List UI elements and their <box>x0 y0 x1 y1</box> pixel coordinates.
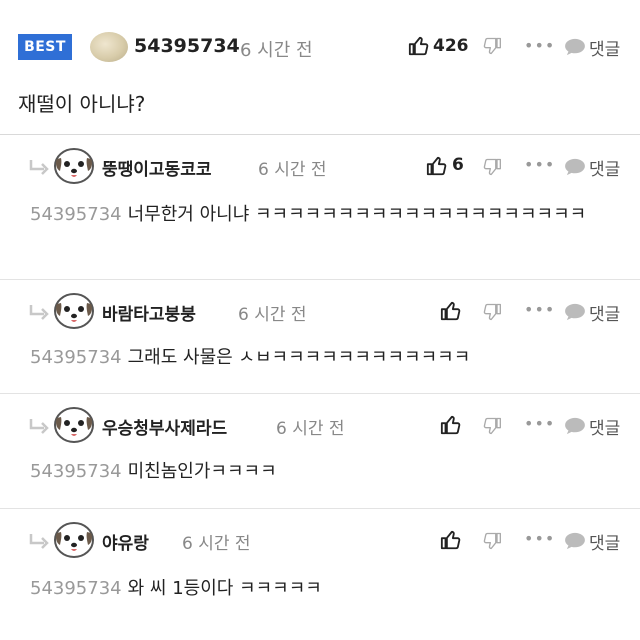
user-avatar[interactable] <box>90 32 128 62</box>
reply-arrow-icon <box>29 160 49 175</box>
thumbs-down-icon[interactable] <box>482 302 502 322</box>
reply-text: 그래도 사물은 ㅅㅂㅋㅋㅋㅋㅋㅋㅋㅋㅋㅋㅋㅋ <box>127 347 471 368</box>
reply-button[interactable]: 댓글 <box>589 414 620 439</box>
reply-text-block: 54395734 그래도 사물은 ㅅㅂㅋㅋㅋㅋㅋㅋㅋㅋㅋㅋㅋㅋ <box>30 340 620 375</box>
puppy-avatar-icon[interactable] <box>52 519 96 559</box>
best-comment: BEST 54395734 6 시간 전 426 ••• 댓글 재떨이 아니냐? <box>0 0 640 135</box>
thumbs-up-icon[interactable] <box>408 35 430 57</box>
reply-username[interactable]: 우승청부사제라드 <box>102 414 227 439</box>
puppy-avatar-icon[interactable] <box>52 145 96 185</box>
reply-button[interactable]: 댓글 <box>589 155 620 180</box>
reply-comment: 뚱땡이고동코코 6 시간 전 6 ••• 댓글 54395734 너무한거 아니냐… <box>0 135 640 280</box>
reply-arrow-icon <box>29 534 49 549</box>
comment-timestamp: 6 시간 전 <box>240 40 313 61</box>
reply-text: 미친놈인가ㅋㅋㅋㅋ <box>127 461 277 482</box>
comment-text: 재떨이 아니냐? <box>18 92 146 116</box>
more-options-button[interactable]: ••• <box>524 529 555 548</box>
thumbs-down-icon[interactable] <box>482 36 502 56</box>
reply-comment: 바람타고붕붕 6 시간 전 ••• 댓글 54395734 그래도 사물은 ㅅㅂㅋ… <box>0 280 640 394</box>
like-count: 426 <box>433 36 469 56</box>
reply-timestamp: 6 시간 전 <box>258 160 327 180</box>
speech-bubble-icon[interactable] <box>564 532 586 550</box>
reply-text-block: 54395734 미친놈인가ㅋㅋㅋㅋ <box>30 454 620 489</box>
reply-comment: 우승청부사제라드 6 시간 전 ••• 댓글 54395734 미친놈인가ㅋㅋㅋㅋ <box>0 394 640 509</box>
thumbs-up-icon[interactable] <box>440 414 462 436</box>
reply-timestamp: 6 시간 전 <box>182 534 251 554</box>
thumbs-down-icon[interactable] <box>482 531 502 551</box>
speech-bubble-icon[interactable] <box>564 38 586 56</box>
reply-text-block: 54395734 너무한거 아니냐 ㅋㅋㅋㅋㅋㅋㅋㅋㅋㅋㅋㅋㅋㅋㅋㅋㅋㅋㅋㅋ <box>30 197 620 232</box>
reply-arrow-icon <box>29 419 49 434</box>
reply-button[interactable]: 댓글 <box>589 35 620 60</box>
reply-arrow-icon <box>29 305 49 320</box>
puppy-avatar-icon[interactable] <box>52 290 96 330</box>
speech-bubble-icon[interactable] <box>564 417 586 435</box>
reply-timestamp: 6 시간 전 <box>238 305 307 325</box>
thumbs-up-icon[interactable] <box>426 155 448 177</box>
mention-username[interactable]: 54395734 <box>30 578 122 599</box>
more-options-button[interactable]: ••• <box>524 414 555 433</box>
like-count: 6 <box>452 155 464 175</box>
more-options-button[interactable]: ••• <box>524 36 555 55</box>
mention-username[interactable]: 54395734 <box>30 204 122 225</box>
reply-username[interactable]: 야유랑 <box>102 529 149 554</box>
mention-username[interactable]: 54395734 <box>30 347 122 368</box>
thumbs-down-icon[interactable] <box>482 416 502 436</box>
more-options-button[interactable]: ••• <box>524 155 555 174</box>
best-badge: BEST <box>18 34 72 60</box>
reply-text: 와 씨 1등이다 ㅋㅋㅋㅋㅋ <box>127 578 322 599</box>
reply-text: 너무한거 아니냐 ㅋㅋㅋㅋㅋㅋㅋㅋㅋㅋㅋㅋㅋㅋㅋㅋㅋㅋㅋㅋ <box>127 204 587 225</box>
reply-timestamp: 6 시간 전 <box>276 419 345 439</box>
more-options-button[interactable]: ••• <box>524 300 555 319</box>
speech-bubble-icon[interactable] <box>564 158 586 176</box>
reply-comment: 야유랑 6 시간 전 ••• 댓글 54395734 와 씨 1등이다 ㅋㅋㅋㅋㅋ <box>0 509 640 640</box>
thumbs-up-icon[interactable] <box>440 529 462 551</box>
reply-button[interactable]: 댓글 <box>589 300 620 325</box>
thumbs-down-icon[interactable] <box>482 157 502 177</box>
reply-username[interactable]: 바람타고붕붕 <box>102 300 196 325</box>
reply-text-block: 54395734 와 씨 1등이다 ㅋㅋㅋㅋㅋ <box>30 571 620 606</box>
reply-button[interactable]: 댓글 <box>589 529 620 554</box>
speech-bubble-icon[interactable] <box>564 303 586 321</box>
puppy-avatar-icon[interactable] <box>52 404 96 444</box>
thumbs-up-icon[interactable] <box>440 300 462 322</box>
reply-username[interactable]: 뚱땡이고동코코 <box>102 155 211 180</box>
mention-username[interactable]: 54395734 <box>30 461 122 482</box>
comment-username[interactable]: 54395734 <box>134 35 240 57</box>
